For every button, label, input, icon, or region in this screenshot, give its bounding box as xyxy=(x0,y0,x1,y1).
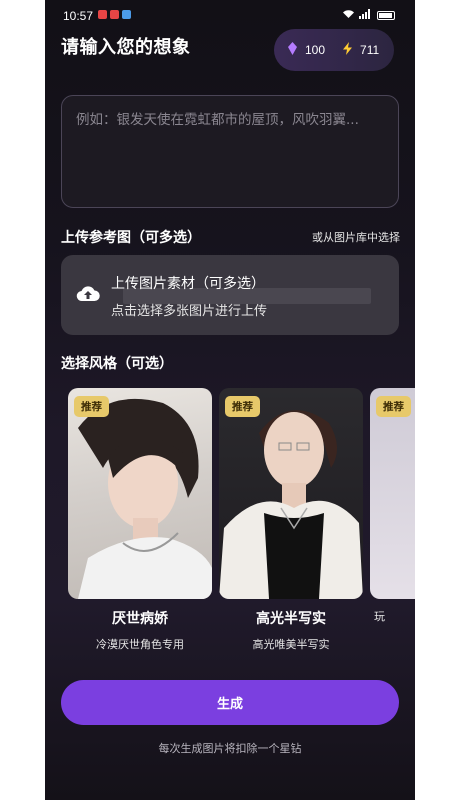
style-description: 玩 xyxy=(374,610,385,623)
lightning-icon xyxy=(343,42,353,58)
style-name: 厌世病娇 xyxy=(112,611,168,627)
energy-count: 711 xyxy=(360,43,380,57)
style-description: 高光唯美半写实 xyxy=(252,638,330,651)
recommend-badge: 推荐 xyxy=(225,396,260,417)
upload-section-title: 上传参考图（可多选） xyxy=(61,230,201,246)
upload-area[interactable]: 上传图片素材（可多选） 点击选择多张图片进行上传 xyxy=(61,255,399,335)
signal-icon xyxy=(359,9,373,22)
cost-note: 每次生成图片将扣除一个星钻 xyxy=(158,742,302,755)
style-section-title: 选择风格（可选） xyxy=(61,356,173,372)
cloud-upload-icon xyxy=(76,284,100,302)
wifi-icon xyxy=(342,9,355,22)
app-notification-icon xyxy=(110,10,119,19)
style-thumbnail: 推荐 xyxy=(370,388,415,599)
prompt-box xyxy=(61,95,399,208)
style-thumbnail: 推荐 xyxy=(219,388,363,599)
app-screen: 10:57 请输入您的想象 100 711 上传参考图（可多选） 或 xyxy=(45,0,415,800)
style-thumbnail: 推荐 xyxy=(68,388,212,599)
notification-icons xyxy=(98,10,131,19)
recommend-badge: 推荐 xyxy=(376,396,411,417)
status-bar: 10:57 xyxy=(45,0,415,30)
prompt-input[interactable] xyxy=(76,108,384,195)
upload-subtitle: 点击选择多张图片进行上传 xyxy=(111,304,268,319)
style-card[interactable]: 推荐 玩 xyxy=(370,388,415,624)
style-description: 冷漠厌世角色专用 xyxy=(96,638,184,651)
style-carousel[interactable]: 推荐 厌世病娇 冷漠厌世角色专用 推荐 高光半写实 高光唯美半写实 推荐 玩 xyxy=(45,388,415,653)
generate-button[interactable]: 生成 xyxy=(61,680,399,725)
style-name: 高光半写实 xyxy=(256,611,326,627)
system-icons xyxy=(342,9,395,22)
gem-count: 100 xyxy=(305,43,326,57)
recommend-badge: 推荐 xyxy=(74,396,109,417)
app-notification-icon xyxy=(98,10,107,19)
style-card[interactable]: 推荐 高光半写实 高光唯美半写实 xyxy=(219,388,363,652)
upload-title: 上传图片素材（可多选） xyxy=(111,276,265,292)
gem-icon xyxy=(288,42,297,58)
page-title: 请输入您的想象 xyxy=(61,37,191,58)
library-link[interactable]: 或从图片库中选择 xyxy=(312,229,400,245)
status-time: 10:57 xyxy=(63,9,94,23)
style-card[interactable]: 推荐 厌世病娇 冷漠厌世角色专用 xyxy=(68,388,212,652)
battery-icon xyxy=(377,11,395,20)
app-notification-icon xyxy=(122,10,131,19)
balance-pill[interactable]: 100 711 xyxy=(274,29,394,71)
